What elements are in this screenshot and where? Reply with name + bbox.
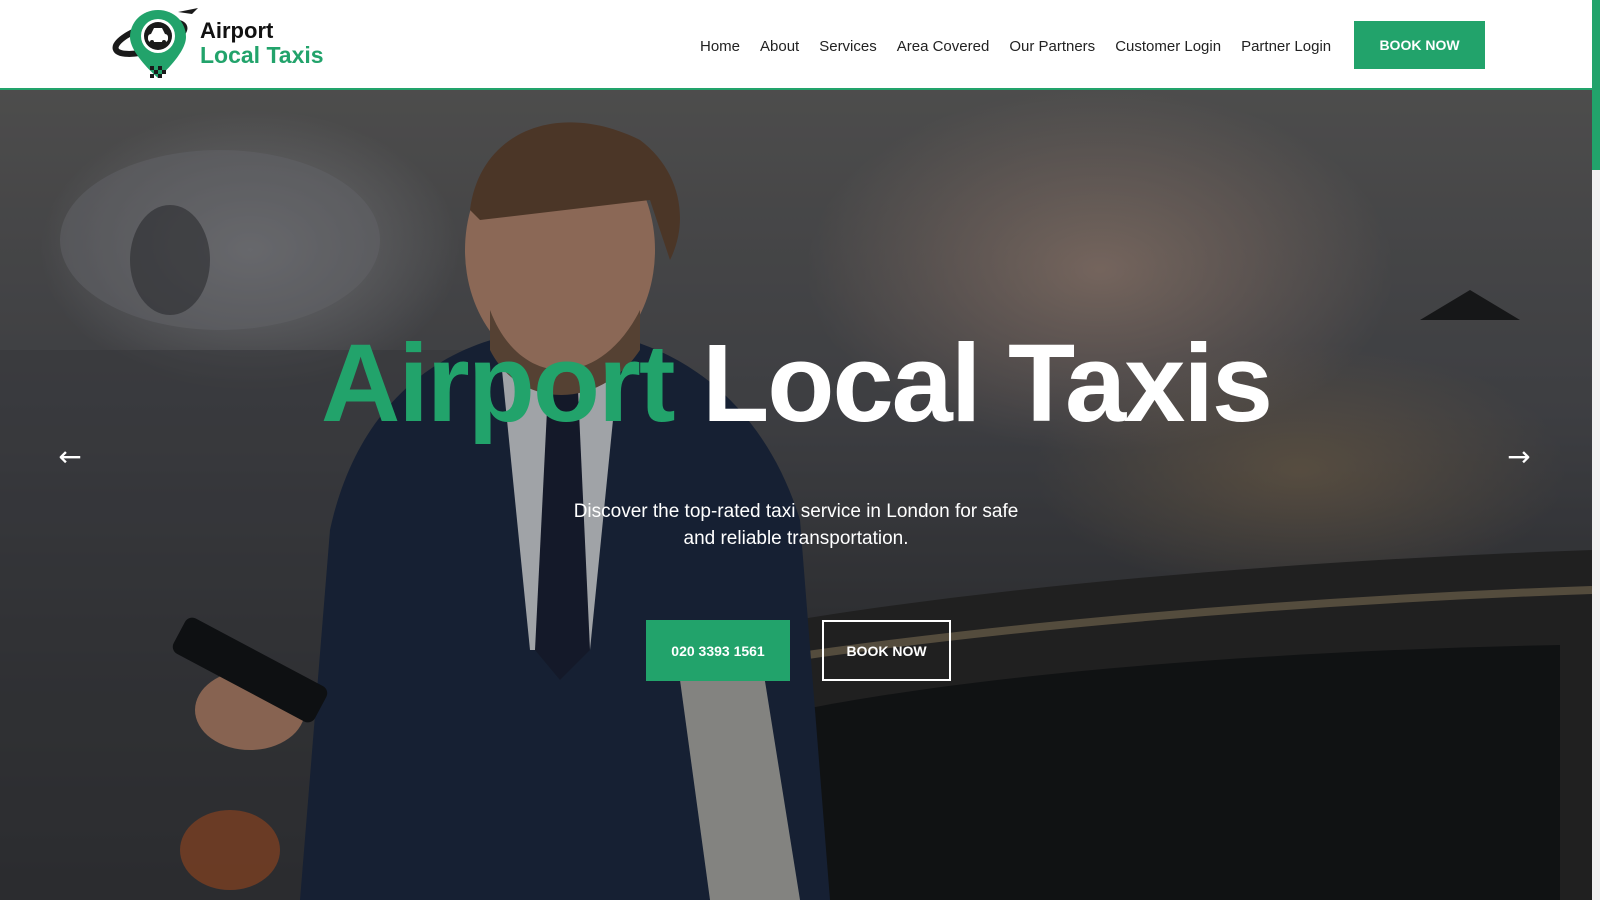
nav-item-our-partners[interactable]: Our Partners: [1009, 38, 1095, 55]
site-logo[interactable]: Airport Local Taxis: [112, 4, 342, 82]
map-pin-taxi-icon: [112, 4, 200, 82]
page-scrollbar[interactable]: [1592, 0, 1600, 900]
hero-overlay: [0, 90, 1592, 900]
slider-next-arrow-icon[interactable]: →: [1499, 442, 1539, 472]
nav-item-area-covered[interactable]: Area Covered: [897, 38, 990, 55]
nav-item-home[interactable]: Home: [700, 38, 740, 55]
logo-line-1: Airport: [200, 18, 274, 43]
header-book-now-button[interactable]: BOOK NOW: [1354, 21, 1485, 69]
hero-title-accent: Airport: [320, 322, 676, 445]
logo-wordmark: Airport Local Taxis: [200, 18, 324, 68]
hero-title-rest: Local Taxis: [702, 322, 1273, 445]
site-header: Airport Local Taxis Home About Services …: [0, 0, 1592, 90]
nav-item-partner-login[interactable]: Partner Login: [1241, 38, 1331, 55]
hero-subtitle: Discover the top-rated taxi service in L…: [573, 501, 1019, 549]
call-phone-button[interactable]: 020 3393 1561: [646, 620, 790, 681]
nav-item-about[interactable]: About: [760, 38, 799, 55]
slider-prev-arrow-icon[interactable]: ←: [50, 442, 90, 472]
hero-book-now-button[interactable]: BOOK NOW: [822, 620, 951, 681]
nav-item-customer-login[interactable]: Customer Login: [1115, 38, 1221, 55]
hero-slider: Airport Local Taxis Discover the top-rat…: [0, 90, 1592, 900]
scrollbar-thumb[interactable]: [1592, 0, 1600, 170]
hero-title: Airport Local Taxis: [0, 324, 1592, 444]
main-nav: Home About Services Area Covered Our Par…: [700, 35, 1331, 57]
logo-line-2: Local Taxis: [200, 42, 324, 68]
nav-item-services[interactable]: Services: [819, 38, 877, 55]
